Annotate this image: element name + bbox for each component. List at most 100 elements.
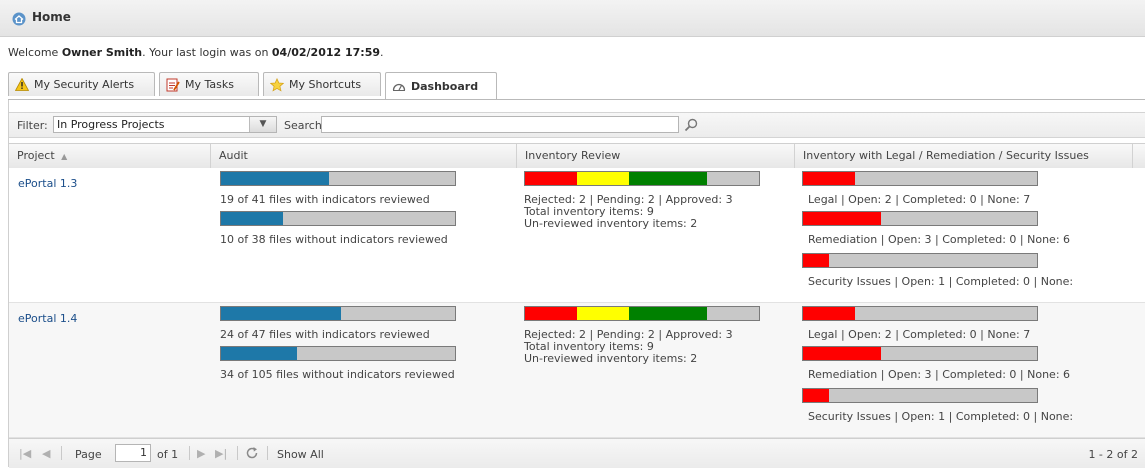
table-row: ePortal 1.4 24 of 47 files with indicator… (9, 303, 1145, 438)
separator (237, 446, 238, 460)
page-number-input[interactable]: 1 (115, 444, 151, 462)
refresh-icon[interactable] (245, 446, 259, 460)
user-name: Owner Smith (61, 46, 143, 59)
first-page-icon[interactable]: |◀ (19, 447, 31, 460)
column-header-audit[interactable]: Audit (211, 144, 517, 168)
grid-header: Project ▲ Audit Inventory Review Invento… (9, 143, 1145, 169)
remediation-issues-bar-fill (803, 347, 881, 360)
separator (267, 446, 268, 460)
welcome-suffix: . (380, 46, 384, 59)
tab-label: My Shortcuts (289, 78, 362, 91)
column-header-inventory-review[interactable]: Inventory Review (517, 144, 795, 168)
review-segment-unreviewed (707, 172, 759, 185)
project-link[interactable]: ePortal 1.4 (18, 312, 77, 325)
page-title: Home (32, 10, 71, 24)
tab-label: My Tasks (185, 78, 234, 91)
audit-without-indicators-bar-fill (221, 347, 297, 360)
audit-with-indicators-label: 24 of 47 files with indicators reviewed (220, 328, 430, 341)
sort-ascending-icon: ▲ (61, 152, 68, 161)
security-issues-label: Security Issues | Open: 1 | Completed: 0… (808, 275, 1074, 288)
filter-select[interactable]: In Progress Projects (53, 116, 277, 133)
audit-without-indicators-bar (220, 211, 456, 226)
review-segment-unreviewed (707, 307, 759, 320)
tab-dashboard[interactable]: Dashboard (385, 72, 497, 99)
home-icon (12, 12, 26, 26)
dashboard-icon (392, 83, 406, 91)
audit-with-indicators-bar (220, 306, 456, 321)
column-label: Project (17, 149, 55, 162)
welcome-message: Welcome Owner Smith. Your last login was… (8, 46, 384, 59)
tab-label: Dashboard (411, 79, 479, 93)
filter-toolbar: Filter: In Progress Projects ▼ Search: (9, 112, 1145, 138)
project-link[interactable]: ePortal 1.3 (18, 177, 77, 190)
last-login: 04/02/2012 17:59 (271, 46, 381, 59)
remediation-issues-bar-fill (803, 212, 881, 225)
star-icon (270, 77, 284, 92)
column-label: Inventory Review (525, 149, 621, 162)
audit-without-indicators-label: 34 of 105 files without indicators revie… (220, 368, 455, 381)
audit-without-indicators-bar-fill (221, 212, 283, 225)
legal-issues-bar-fill (803, 172, 855, 185)
audit-without-indicators-bar (220, 346, 456, 361)
legal-issues-bar (802, 171, 1038, 186)
next-page-icon[interactable]: ▶ (197, 447, 205, 460)
previous-page-icon[interactable]: ◀ (42, 447, 50, 460)
review-segment-rejected (525, 307, 577, 320)
filter-value: In Progress Projects (57, 118, 165, 131)
column-header-issues[interactable]: Inventory with Legal / Remediation / Sec… (795, 144, 1133, 168)
inventory-review-bar (524, 306, 760, 321)
security-issues-bar-fill (803, 254, 829, 267)
column-label: Inventory with Legal / Remediation / Sec… (803, 149, 1089, 162)
chevron-down-icon[interactable]: ▼ (249, 117, 276, 132)
review-segment-approved (629, 172, 707, 185)
page-count: of 1 (157, 448, 179, 461)
separator (61, 446, 62, 460)
remediation-issues-label: Remediation | Open: 3 | Completed: 0 | N… (808, 368, 1071, 381)
column-label: Audit (219, 149, 248, 162)
security-issues-bar (802, 388, 1038, 403)
show-all-link[interactable]: Show All (277, 448, 324, 461)
audit-without-indicators-label: 10 of 38 files without indicators review… (220, 233, 448, 246)
pagination-bar: |◀ ◀ Page 1 of 1 ▶ ▶| Show All 1 - 2 of … (9, 438, 1145, 468)
column-header-project[interactable]: Project ▲ (9, 144, 211, 168)
table-row: ePortal 1.3 19 of 41 files with indicator… (9, 168, 1145, 303)
remediation-issues-bar (802, 346, 1038, 361)
legal-issues-bar-fill (803, 307, 855, 320)
welcome-middle: . Your last login was on (142, 46, 272, 59)
legal-issues-label: Legal | Open: 2 | Completed: 0 | None: 7 (808, 193, 1031, 206)
search-icon[interactable] (683, 117, 699, 133)
tasks-icon (166, 78, 180, 91)
remediation-issues-bar (802, 211, 1038, 226)
home-header: Home (0, 0, 1145, 37)
tab-label: My Security Alerts (34, 78, 135, 91)
review-segment-rejected (525, 172, 577, 185)
filter-label: Filter: (17, 119, 48, 132)
dashboard-panel: Filter: In Progress Projects ▼ Search: P… (8, 100, 1145, 468)
remediation-issues-label: Remediation | Open: 3 | Completed: 0 | N… (808, 233, 1071, 246)
audit-with-indicators-bar-fill (221, 307, 341, 320)
welcome-prefix: Welcome (8, 46, 62, 59)
legal-issues-bar (802, 306, 1038, 321)
page-label: Page (75, 448, 102, 461)
security-issues-label: Security Issues | Open: 1 | Completed: 0… (808, 410, 1074, 423)
search-input[interactable] (321, 116, 679, 133)
audit-with-indicators-label: 19 of 41 files with indicators reviewed (220, 193, 430, 206)
legal-issues-label: Legal | Open: 2 | Completed: 0 | None: 7 (808, 328, 1031, 341)
audit-with-indicators-bar-fill (221, 172, 330, 185)
review-segment-pending (577, 172, 629, 185)
last-page-icon[interactable]: ▶| (215, 447, 227, 460)
audit-with-indicators-bar (220, 171, 456, 186)
search-label: Search: (284, 119, 326, 132)
tab-my-tasks[interactable]: My Tasks (159, 72, 259, 96)
tab-my-security-alerts[interactable]: My Security Alerts (8, 72, 155, 96)
inventory-review-bar (524, 171, 760, 186)
record-count: 1 - 2 of 2 (1088, 448, 1138, 461)
warning-icon (15, 78, 29, 91)
security-issues-bar-fill (803, 389, 829, 402)
review-unreviewed: Un-reviewed inventory items: 2 (524, 352, 698, 365)
review-unreviewed: Un-reviewed inventory items: 2 (524, 217, 698, 230)
review-segment-pending (577, 307, 629, 320)
tab-my-shortcuts[interactable]: My Shortcuts (263, 72, 381, 96)
separator (189, 446, 190, 460)
review-segment-approved (629, 307, 707, 320)
